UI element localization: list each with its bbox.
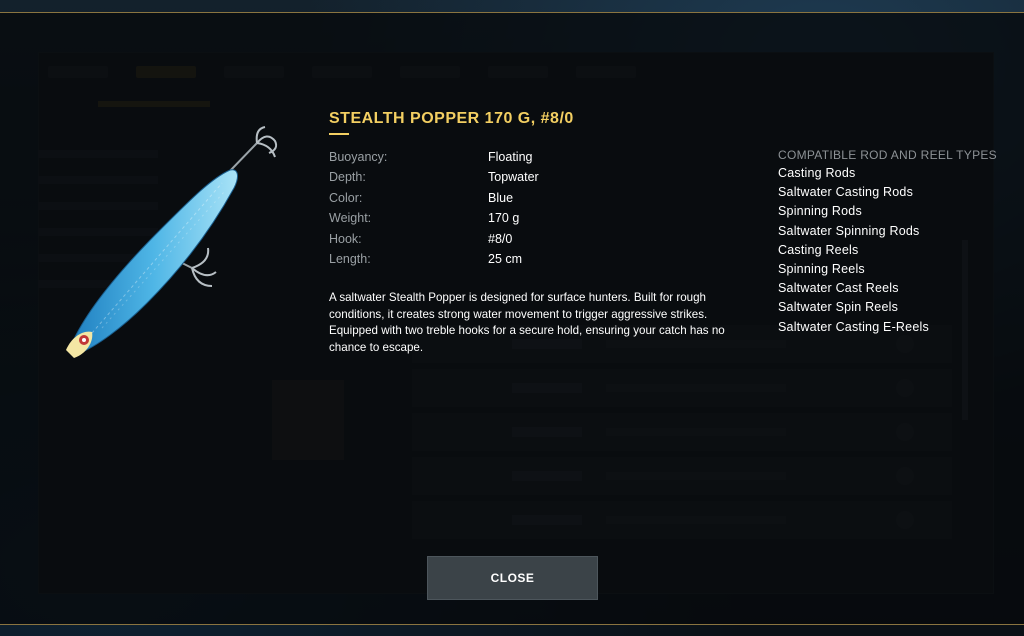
stat-label: Length:: [329, 251, 371, 266]
item-description: A saltwater Stealth Popper is designed f…: [329, 291, 725, 354]
stat-label: Weight:: [329, 211, 372, 226]
bottom-border-line: [0, 624, 1024, 625]
list-item: Saltwater Casting Rods: [778, 185, 914, 200]
list-item: Casting Rods: [778, 166, 856, 180]
stat-value: 25 cm: [488, 251, 523, 266]
popper-lure-icon: [52, 118, 302, 368]
stat-label: Color:: [329, 190, 363, 205]
stat-label: Buoyancy:: [329, 150, 388, 164]
list-item: Saltwater Spin Reels: [778, 300, 899, 315]
compatible-types-list: Casting Rods Saltwater Casting Rods Spin…: [778, 166, 929, 339]
stat-value: Floating: [488, 150, 533, 164]
list-item: Spinning Reels: [778, 261, 865, 276]
stat-value: 170 g: [488, 211, 520, 226]
stat-value: Topwater: [488, 170, 539, 185]
list-item: Saltwater Spinning Rods: [778, 223, 920, 238]
stat-value: #8/0: [488, 231, 513, 246]
stat-value: Blue: [488, 190, 514, 205]
list-item: Saltwater Casting E-Reels: [778, 319, 929, 334]
compatible-types-heading: COMPATIBLE ROD AND REEL TYPES: [778, 148, 997, 162]
stat-label: Hook:: [329, 231, 362, 246]
list-item: Spinning Rods: [778, 204, 862, 219]
list-item: Casting Reels: [778, 242, 859, 257]
stat-label: Depth:: [329, 170, 366, 185]
item-title: STEALTH POPPER 170 G, #8/0: [329, 110, 574, 127]
close-button[interactable]: CLOSE: [427, 556, 598, 600]
list-item: Saltwater Cast Reels: [778, 281, 899, 296]
title-underline: [329, 133, 349, 135]
